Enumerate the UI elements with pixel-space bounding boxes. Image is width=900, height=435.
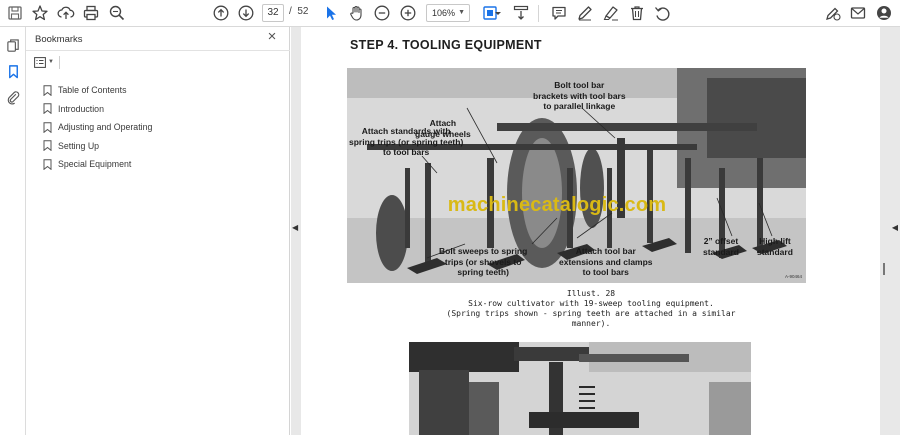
total-pages: 52: [297, 6, 309, 17]
upload-icon[interactable]: [55, 3, 77, 23]
panel-title: Bookmarks: [35, 34, 83, 45]
callout-offset-standard: 2” offset standard: [703, 236, 739, 257]
page-count: / 52: [289, 6, 308, 17]
bookmark-icon: [43, 103, 52, 115]
select-cursor-icon[interactable]: [320, 3, 342, 23]
list-options-icon: [34, 56, 46, 68]
zoom-level-select[interactable]: 106% ▼: [426, 4, 470, 22]
bookmark-options-button[interactable]: ▼: [34, 55, 56, 69]
toolbar-divider: [538, 5, 539, 22]
callout-bolt-tool-bar: Bolt tool bar brackets with tool bars to…: [533, 80, 626, 111]
sign-icon[interactable]: [822, 3, 844, 23]
chevron-down-icon: ▼: [458, 9, 465, 16]
scrollbar-thumb[interactable]: [883, 263, 885, 275]
spring-trip-illustration: [409, 342, 751, 435]
page-separator: /: [289, 6, 292, 17]
bookmark-label: Adjusting and Operating: [58, 122, 153, 133]
page-down-icon[interactable]: [235, 3, 257, 23]
highlighter-icon[interactable]: [600, 3, 622, 23]
bookmark-item-adjusting-and-operating[interactable]: Adjusting and Operating: [43, 118, 283, 137]
bookmark-item-setting-up[interactable]: Setting Up: [43, 137, 283, 156]
expand-right-panel-icon[interactable]: ◀: [892, 223, 898, 232]
illustration-code: A-90464: [784, 274, 802, 279]
zoom-out-icon[interactable]: [371, 3, 393, 23]
bookmark-label: Special Equipment: [58, 159, 132, 170]
page-number-input[interactable]: 32: [262, 4, 284, 22]
bookmark-icon: [43, 158, 52, 170]
illustration-caption: Illust. 28 Six-row cultivator with 19-sw…: [441, 289, 741, 329]
bookmark-icon: [43, 140, 52, 152]
second-photo: [409, 342, 751, 435]
attachment-icon[interactable]: [4, 88, 22, 106]
undo-icon[interactable]: [651, 3, 673, 23]
callout-high-lift-standard: High lift standard: [757, 236, 793, 257]
pdf-viewer-app: 32 / 52 106% ▼ Bookmarks × ▼ Table of Co…: [0, 0, 900, 435]
save-icon[interactable]: [4, 3, 26, 23]
star-icon[interactable]: [29, 3, 51, 23]
caption-line-1: Six-row cultivator with 19-sweep tooling…: [468, 299, 714, 308]
options-divider: [59, 56, 60, 69]
cultivator-photo: Attach gauge wheels Bolt tool bar bracke…: [347, 68, 806, 283]
caption-line-2: (Spring trips shown - spring teeth are a…: [446, 309, 736, 328]
callout-tool-bar-extensions: Attach tool bar extensions and clamps to…: [559, 246, 653, 277]
bookmark-list: Table of Contents Introduction Adjusting…: [43, 81, 283, 174]
close-icon[interactable]: ×: [265, 29, 279, 44]
watermark-text: machinecatalogic.com: [447, 194, 667, 216]
print-icon[interactable]: [80, 3, 102, 23]
account-icon[interactable]: [873, 3, 895, 23]
pages-icon[interactable]: [4, 36, 22, 54]
page-up-icon[interactable]: [210, 3, 232, 23]
bookmark-label: Table of Contents: [58, 85, 127, 96]
scroll-mode-icon[interactable]: [510, 3, 532, 23]
zoom-in-icon[interactable]: [397, 3, 419, 23]
bookmark-item-introduction[interactable]: Introduction: [43, 100, 283, 119]
pen-icon[interactable]: [574, 3, 596, 23]
collapse-panel-icon[interactable]: ◀: [292, 223, 298, 232]
callout-bolt-sweeps: Bolt sweeps to spring trips (or shovels …: [439, 246, 528, 277]
left-rail: [0, 27, 26, 435]
page-fit-dropdown-icon[interactable]: [493, 3, 503, 23]
callout-attach-standards: Attach standards with spring trips (or s…: [349, 126, 464, 157]
panel-divider: [26, 50, 290, 51]
bookmark-item-table-of-contents[interactable]: Table of Contents: [43, 81, 283, 100]
pdf-page: STEP 4. TOOLING EQUIPMENT Attach gauge w…: [301, 27, 880, 435]
chevron-down-icon: ▼: [48, 59, 54, 65]
bookmark-icon: [43, 84, 52, 96]
comment-icon[interactable]: [548, 3, 570, 23]
zoom-search-icon[interactable]: [106, 3, 128, 23]
caption-title: Illust. 28: [566, 289, 616, 298]
bookmark-icon: [43, 121, 52, 133]
bookmarks-panel: Bookmarks × ▼ Table of Contents Introduc…: [26, 27, 290, 435]
bookmark-label: Introduction: [58, 103, 104, 114]
hand-icon[interactable]: [346, 3, 368, 23]
zoom-value: 106%: [432, 8, 456, 18]
step-title: STEP 4. TOOLING EQUIPMENT: [350, 38, 542, 52]
mail-icon[interactable]: [847, 3, 869, 23]
bookmark-item-special-equipment[interactable]: Special Equipment: [43, 155, 283, 174]
top-toolbar: 32 / 52 106% ▼: [0, 0, 900, 27]
delete-icon[interactable]: [626, 3, 648, 23]
document-viewer[interactable]: ◀ ◀ STEP 4. TOOLING EQUIPMENT Attach gau…: [291, 27, 900, 435]
bookmark-label: Setting Up: [58, 140, 100, 151]
bookmark-icon[interactable]: [4, 62, 22, 80]
